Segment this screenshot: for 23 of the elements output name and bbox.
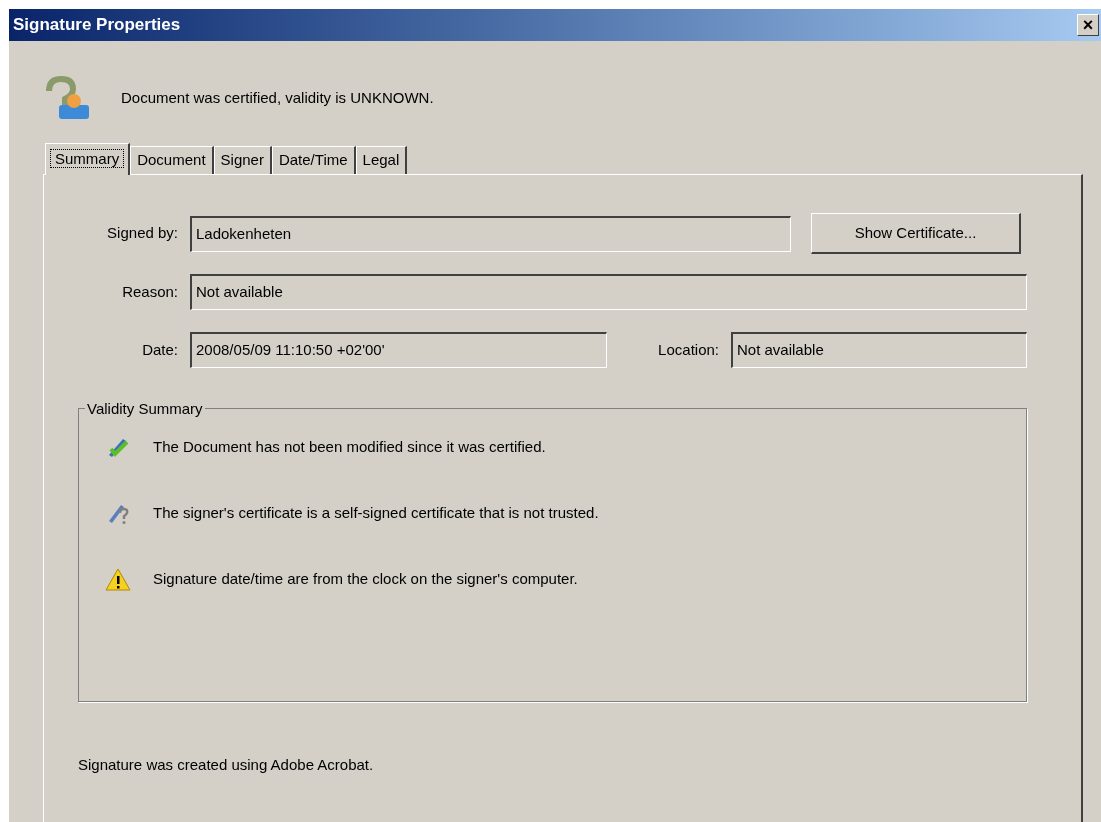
text-field[interactable]: Not available xyxy=(190,274,1027,310)
warning-icon xyxy=(105,567,131,591)
text-field[interactable]: Not available xyxy=(731,332,1027,368)
validity-message: Signature date/time are from the clock on the signer's computer. xyxy=(153,568,578,589)
text-field[interactable]: 2008/05/09 11:10:50 +02'00' xyxy=(190,332,607,368)
tab[interactable]: Summary xyxy=(45,143,131,175)
field-label: Location: xyxy=(657,339,720,360)
field-label: Reason: xyxy=(121,281,179,302)
tab[interactable]: Date/Time xyxy=(271,146,356,174)
field-label: Signed by: xyxy=(106,223,179,244)
text-field[interactable]: Ladokenheten xyxy=(190,215,791,252)
user-question-icon xyxy=(45,75,91,121)
validity-message: The Document has not been modified since it was certified. xyxy=(153,436,546,457)
show-certificate-button[interactable]: Show Certificate... xyxy=(811,213,1021,254)
close-button[interactable]: × xyxy=(1077,14,1099,36)
tab[interactable]: Legal xyxy=(355,146,408,174)
validity-message: The signer's certificate is a self-signed certificate that is not trusted. xyxy=(153,502,599,523)
tab[interactable]: Signer xyxy=(213,146,272,174)
footer-note: Signature was created using Adobe Acrobat. xyxy=(78,755,375,775)
status-message: Document was certified, validity is UNKNOWN. xyxy=(121,87,434,108)
field-label: Date: xyxy=(141,339,179,360)
tab[interactable]: Document xyxy=(130,146,214,174)
window-title: Signature Properties xyxy=(13,14,181,37)
